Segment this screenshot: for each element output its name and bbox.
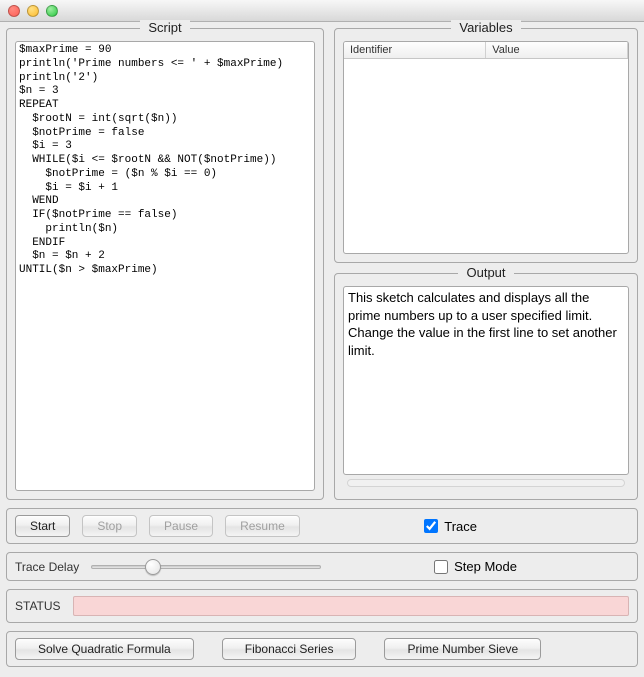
step-mode-label: Step Mode: [454, 559, 517, 574]
variables-col-value[interactable]: Value: [486, 42, 628, 59]
step-mode-checkbox[interactable]: [434, 560, 448, 574]
pause-button[interactable]: Pause: [149, 515, 213, 537]
trace-delay-slider[interactable]: [91, 565, 321, 569]
status-label: STATUS: [15, 599, 61, 613]
sieve-button[interactable]: Prime Number Sieve: [384, 638, 541, 660]
output-panel: Output This sketch calculates and displa…: [334, 273, 638, 500]
variables-panel-title: Variables: [451, 20, 520, 35]
step-mode-wrap[interactable]: Step Mode: [434, 559, 517, 574]
script-text[interactable]: $maxPrime = 90 println('Prime numbers <=…: [16, 42, 314, 490]
variables-panel: Variables Identifier Value: [334, 28, 638, 263]
variables-table: Identifier Value: [344, 42, 628, 59]
variables-col-identifier[interactable]: Identifier: [344, 42, 486, 59]
stop-button[interactable]: Stop: [82, 515, 137, 537]
trace-row: Trace Delay Step Mode: [6, 552, 638, 581]
script-panel-title: Script: [140, 20, 189, 35]
script-panel: Script $maxPrime = 90 println('Prime num…: [6, 28, 324, 500]
script-editor[interactable]: $maxPrime = 90 println('Prime numbers <=…: [15, 41, 315, 491]
output-area[interactable]: This sketch calculates and displays all …: [343, 286, 629, 475]
resume-button[interactable]: Resume: [225, 515, 300, 537]
status-row: STATUS: [6, 589, 638, 623]
controls-row: Start Stop Pause Resume Trace: [6, 508, 638, 544]
quadratic-button[interactable]: Solve Quadratic Formula: [15, 638, 194, 660]
variables-table-wrap: Identifier Value: [343, 41, 629, 254]
start-button[interactable]: Start: [15, 515, 70, 537]
trace-checkbox-wrap[interactable]: Trace: [424, 519, 477, 534]
trace-checkbox[interactable]: [424, 519, 438, 533]
window-titlebar: [0, 0, 644, 22]
minimize-icon[interactable]: [27, 5, 39, 17]
examples-row: Solve Quadratic Formula Fibonacci Series…: [6, 631, 638, 667]
trace-label: Trace: [444, 519, 477, 534]
output-scrollbar[interactable]: [347, 479, 625, 487]
output-text: This sketch calculates and displays all …: [344, 287, 628, 361]
fibonacci-button[interactable]: Fibonacci Series: [222, 638, 357, 660]
trace-delay-label: Trace Delay: [15, 560, 79, 574]
close-icon[interactable]: [8, 5, 20, 17]
status-bar: [73, 596, 629, 616]
zoom-icon[interactable]: [46, 5, 58, 17]
output-panel-title: Output: [458, 265, 513, 280]
